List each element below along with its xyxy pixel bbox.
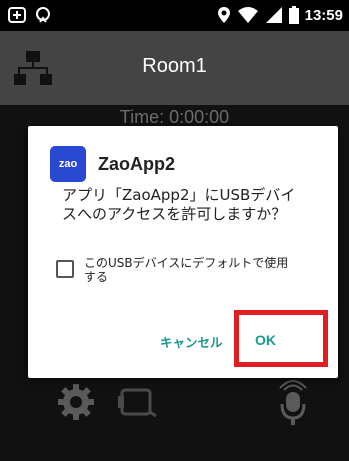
notification-icon xyxy=(8,7,26,23)
location-icon xyxy=(217,7,230,23)
status-left-icons xyxy=(8,6,52,24)
app-icon: zao xyxy=(50,146,86,182)
page-title: Room1 xyxy=(142,55,207,77)
wifi-icon xyxy=(237,7,258,23)
ok-button[interactable]: OK xyxy=(255,332,276,348)
signal-icon xyxy=(265,7,282,23)
dialog-header: zao ZaoApp2 xyxy=(50,146,175,182)
clock: 13:59 xyxy=(304,6,343,24)
cancel-button[interactable]: キャンセル xyxy=(160,332,223,351)
battery-icon xyxy=(288,6,299,24)
app-bar: Room1 xyxy=(0,31,349,105)
status-bar: 13:59 xyxy=(0,0,349,31)
camera-rotate-icon[interactable] xyxy=(116,382,158,422)
dialog-title: ZaoApp2 xyxy=(98,153,176,174)
gear-icon[interactable] xyxy=(56,382,96,422)
usb-permission-dialog: zao ZaoApp2 アプリ「ZaoApp2」にUSBデバイスへのアクセスを許… xyxy=(28,126,338,378)
microphone-icon[interactable] xyxy=(276,376,310,426)
phone-icon xyxy=(36,7,50,23)
status-right-icons: 13:59 xyxy=(217,6,343,24)
default-use-checkbox-row[interactable]: このUSBデバイスにデフォルトで使用する xyxy=(56,256,299,284)
ok-highlight-box xyxy=(234,310,328,367)
time-label: Time: 0:00:00 xyxy=(119,107,230,127)
checkbox-label: このUSBデバイスにデフォルトで使用する xyxy=(84,256,289,284)
default-use-checkbox[interactable] xyxy=(56,260,74,278)
dialog-message: アプリ「ZaoApp2」にUSBデバイスへのアクセスを許可しますか？ xyxy=(62,186,296,223)
